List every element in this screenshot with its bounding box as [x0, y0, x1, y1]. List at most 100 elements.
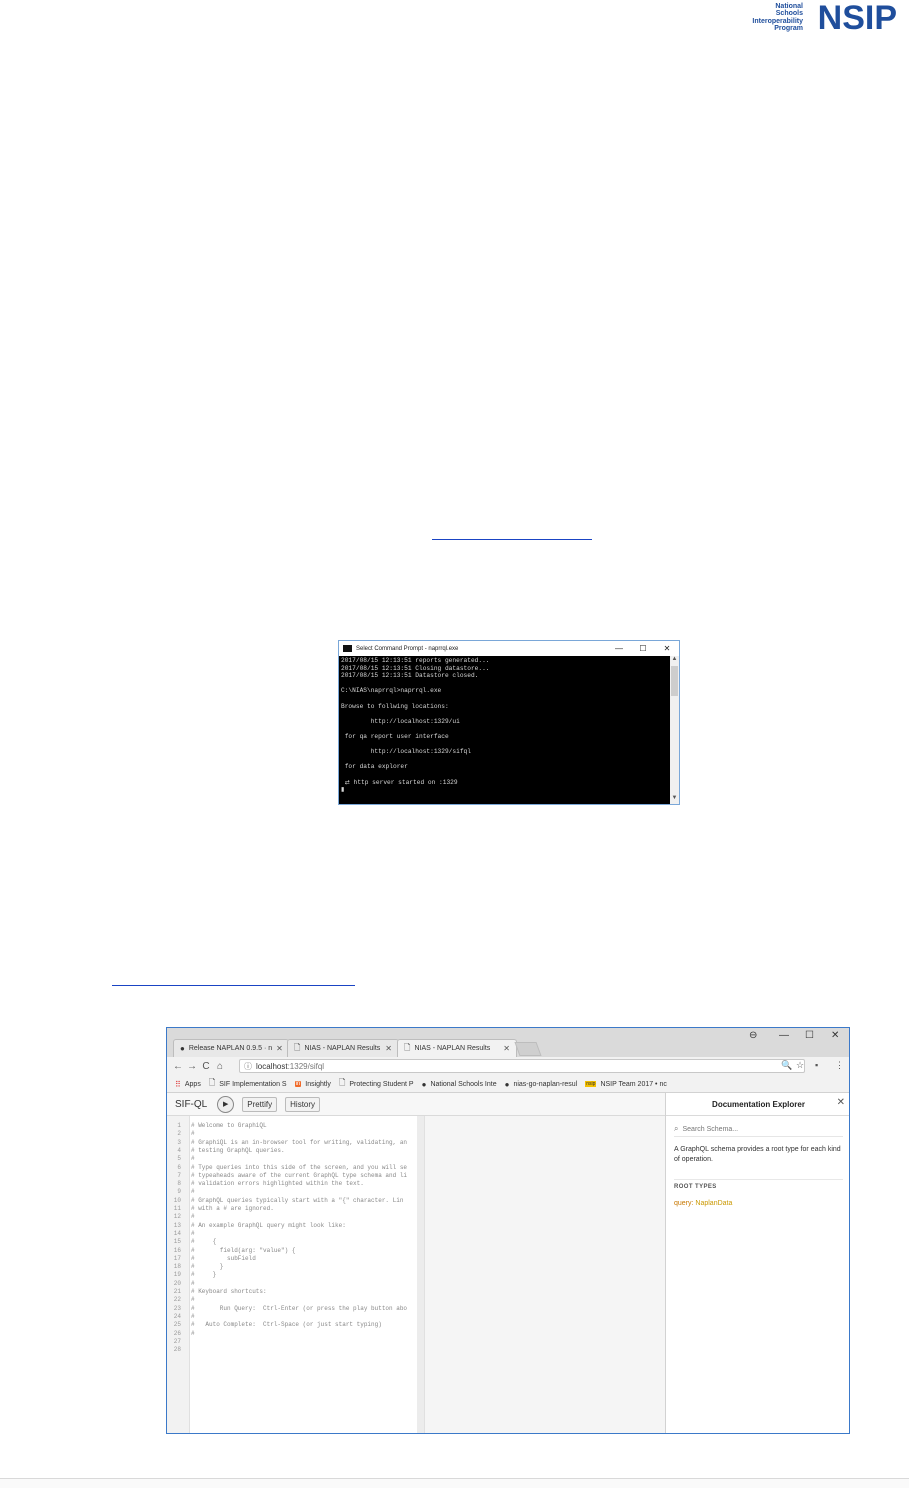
- maximize-icon[interactable]: ☐: [805, 1030, 814, 1041]
- tab-nias-results[interactable]: 🗋 NIAS - NAPLAN Results ✕: [287, 1039, 399, 1057]
- line-number: 21: [173, 1288, 181, 1295]
- editor-line-text: #: [191, 1213, 195, 1221]
- url-field[interactable]: ⓘ localhost:1329/sifql: [239, 1059, 805, 1073]
- document-link-underline[interactable]: [432, 538, 592, 540]
- bookmark-protecting[interactable]: 🗋 Protecting Student P: [339, 1077, 414, 1091]
- line-number: 28: [173, 1346, 181, 1354]
- editor-line: 2 #: [167, 1130, 417, 1138]
- editor-line: 10 # GraphQL queries typically start with…: [167, 1197, 417, 1205]
- editor-line: 23 # Run Query: Ctrl-Enter (or press the …: [167, 1305, 417, 1313]
- schema-search-input[interactable]: ⌕ Search Schema...: [674, 1122, 843, 1137]
- cmd-icon: [343, 645, 352, 652]
- info-icon: ⓘ: [244, 1061, 252, 1071]
- cmd-output: 2017/08/15 12:13:51 reports generated...…: [339, 656, 670, 804]
- line-number: 24: [173, 1312, 181, 1320]
- line-number: 10: [173, 1196, 181, 1204]
- nsip-icon: nsip: [585, 1081, 597, 1087]
- close-icon[interactable]: ✕: [655, 644, 679, 653]
- editor-line-text: # }: [191, 1263, 224, 1271]
- query-editor[interactable]: 1 # Welcome to GraphiQL 2 #3 # GraphiQL is a…: [167, 1116, 417, 1433]
- line-number: 7: [177, 1171, 181, 1179]
- cmd-output-line: [341, 680, 668, 688]
- docs-description: A GraphQL schema provides a root type fo…: [674, 1146, 841, 1163]
- search-icon: ⌕: [674, 1124, 679, 1133]
- extension-icon[interactable]: ▪: [815, 1060, 818, 1070]
- close-tab-icon[interactable]: ✕: [381, 1044, 392, 1053]
- cmd-output-line: [341, 695, 668, 703]
- cmd-output-line: [341, 741, 668, 749]
- line-number: 8: [177, 1180, 181, 1188]
- menu-icon[interactable]: ⋮: [835, 1060, 844, 1071]
- cmd-output-line: C:\NIAS\naprrql>naprrql.exe: [341, 687, 442, 695]
- editor-line-text: # Run Query: Ctrl-Enter (or press the pl…: [191, 1304, 408, 1312]
- editor-line-text: # Type queries into this side of the scr…: [191, 1163, 408, 1171]
- editor-line: 14 #: [167, 1230, 417, 1238]
- home-icon[interactable]: ⌂: [213, 1061, 227, 1072]
- close-tab-icon[interactable]: ✕: [499, 1044, 510, 1053]
- prettify-button[interactable]: Prettify: [242, 1096, 278, 1112]
- close-window-icon[interactable]: ✕: [831, 1030, 839, 1041]
- line-number: 9: [177, 1188, 181, 1196]
- editor-line: 3 # GraphiQL is an in-browser tool for wr…: [167, 1139, 417, 1147]
- result-pane: [424, 1116, 666, 1433]
- query-type-link[interactable]: NaplanData: [695, 1200, 732, 1207]
- line-number: 23: [173, 1304, 181, 1312]
- editor-line-text: # }: [191, 1271, 217, 1279]
- scroll-up-icon[interactable]: ▲: [670, 656, 679, 665]
- editor-line: 5 #: [167, 1155, 417, 1163]
- line-number: 16: [173, 1246, 181, 1254]
- tab-release-naplan[interactable]: ● Release NAPLAN 0.9.5 · n ✕: [173, 1039, 289, 1057]
- maximize-icon[interactable]: ☐: [631, 644, 655, 653]
- line-number: 3: [177, 1138, 181, 1146]
- scroll-thumb[interactable]: [671, 666, 678, 696]
- root-type-query[interactable]: query: NaplanData: [674, 1200, 843, 1207]
- close-tab-icon[interactable]: ✕: [272, 1044, 283, 1053]
- back-icon[interactable]: ←: [171, 1061, 185, 1072]
- bookmark-sif[interactable]: 🗋 SIF Implementation S: [209, 1077, 287, 1091]
- editor-line-text: # Keyboard shortcuts:: [191, 1288, 267, 1295]
- cmd-output-line: [341, 756, 668, 764]
- tab-nias-results-active[interactable]: 🗋 NIAS - NAPLAN Results ✕: [397, 1039, 517, 1057]
- editor-scrollbar[interactable]: [417, 1116, 424, 1433]
- editor-line-text: # testing GraphQL queries.: [191, 1146, 285, 1154]
- run-query-button[interactable]: ▶: [217, 1095, 235, 1113]
- line-number: 26: [173, 1329, 181, 1337]
- profile-icon[interactable]: ⊖: [749, 1030, 757, 1041]
- zoom-icon[interactable]: 🔍: [781, 1060, 792, 1071]
- docs-header: Documentation Explorer ✕: [666, 1093, 849, 1116]
- editor-line-text: #: [191, 1229, 195, 1237]
- cmd-scrollbar[interactable]: ▲ ▼: [670, 656, 679, 804]
- bookmarks-bar: ⠿ Apps 🗋 SIF Implementation S in Insightly …: [167, 1076, 849, 1093]
- cmd-output-line: ⇄ http server started on :1329: [341, 778, 458, 786]
- bookmark-apps[interactable]: ⠿ Apps: [175, 1080, 201, 1089]
- line-number: 25: [173, 1321, 181, 1329]
- bookmark-nias-go[interactable]: ● nias-go-naplan-resul: [505, 1080, 578, 1089]
- editor-line-text: # An example GraphQL query might look li…: [191, 1221, 346, 1229]
- scroll-down-icon[interactable]: ▼: [670, 795, 679, 804]
- history-button[interactable]: History: [285, 1096, 321, 1112]
- close-icon[interactable]: ✕: [837, 1097, 845, 1108]
- line-number: 18: [173, 1263, 181, 1271]
- line-number: 13: [173, 1221, 181, 1229]
- new-tab-button[interactable]: [514, 1042, 542, 1056]
- editor-line: 18 # }: [167, 1263, 417, 1271]
- star-icon[interactable]: ☆: [796, 1060, 804, 1071]
- minimize-icon[interactable]: —: [607, 644, 631, 653]
- editor-line: 26 #: [167, 1330, 417, 1338]
- line-number: 4: [177, 1146, 181, 1154]
- editor-line: 21 # Keyboard shortcuts:: [167, 1288, 417, 1296]
- bookmark-nsip-team[interactable]: nsip NSIP Team 2017 • nc: [585, 1081, 667, 1088]
- document-link-underline[interactable]: [112, 984, 355, 986]
- reload-icon[interactable]: C: [199, 1061, 213, 1072]
- forward-icon[interactable]: →: [185, 1061, 199, 1072]
- bookmark-insightly[interactable]: in Insightly: [294, 1081, 331, 1088]
- line-number: 19: [173, 1271, 181, 1279]
- editor-line: 4 # testing GraphQL queries.: [167, 1147, 417, 1155]
- editor-line-text: #: [191, 1329, 195, 1337]
- editor-line-text: # Welcome to GraphiQL: [191, 1122, 267, 1129]
- bookmark-nsip[interactable]: ● National Schools Inte: [422, 1080, 497, 1089]
- line-number: 12: [173, 1213, 181, 1221]
- line-number: 6: [177, 1163, 181, 1171]
- minimize-icon[interactable]: —: [779, 1030, 789, 1041]
- url-host: localhost: [256, 1061, 288, 1071]
